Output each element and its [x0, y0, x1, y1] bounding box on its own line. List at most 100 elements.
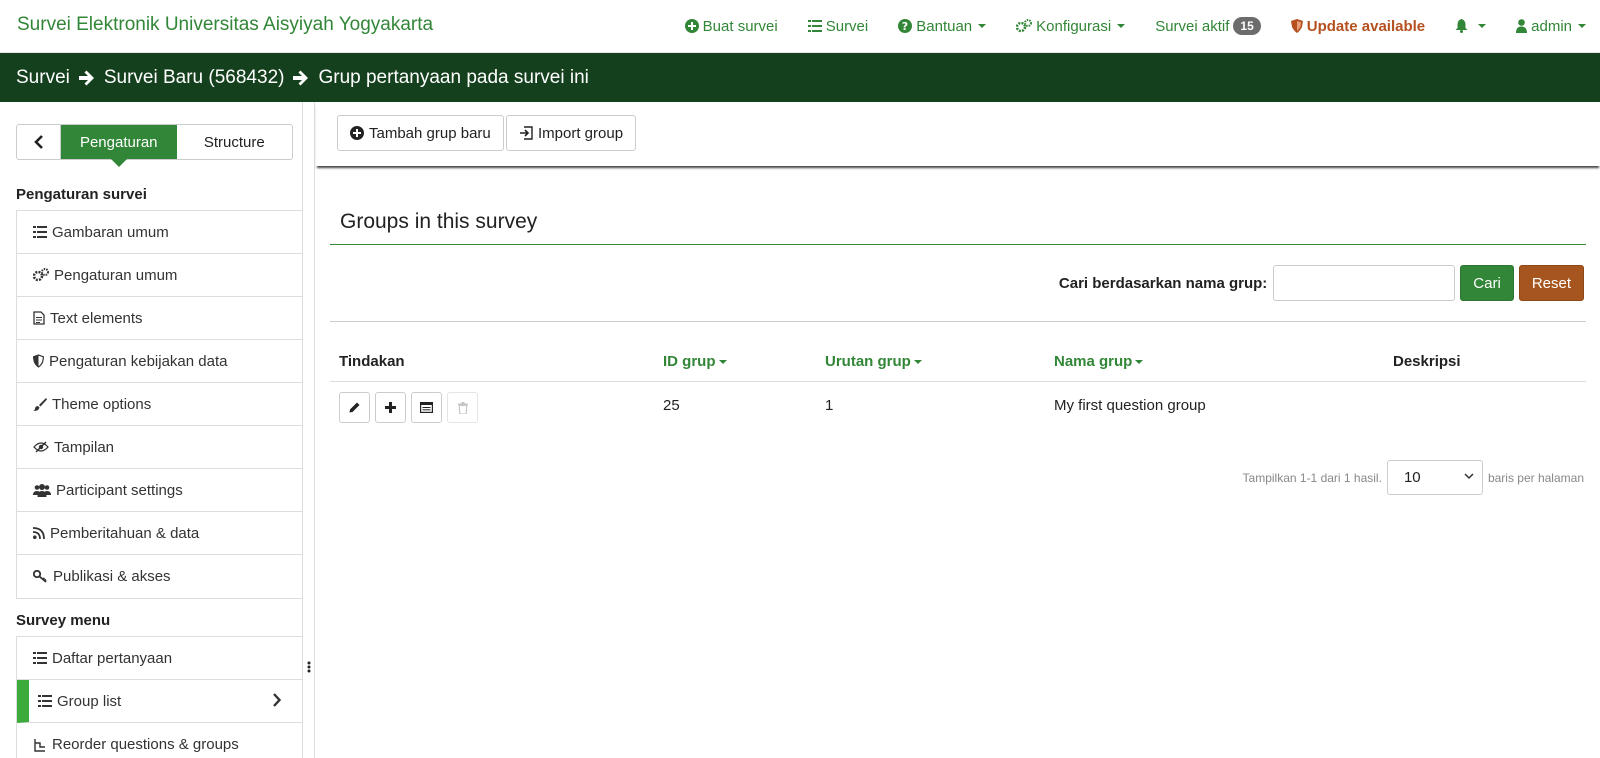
sidebar-item-theme-options[interactable]: Theme options [17, 383, 302, 426]
add-group-button[interactable]: Tambah grup baru [337, 115, 504, 151]
search-label: Cari berdasarkan nama grup: [1058, 274, 1268, 292]
sidebar-item-data-policy[interactable]: Pengaturan kebijakan data [17, 340, 302, 383]
sidebar-item-label: Tampilan [54, 438, 115, 456]
survey-menu-list: Daftar pertanyaan Group list Reorder que… [16, 636, 302, 758]
sidebar-item-label: Pengaturan umum [54, 266, 178, 284]
chevron-left-icon [33, 135, 44, 149]
top-navbar: Survei Elektronik Universitas Aisyiyah Y… [0, 0, 1600, 53]
table-row: 25 1 My first question group [330, 382, 1586, 430]
nav-update-available[interactable]: Update available [1290, 17, 1426, 35]
search-input[interactable] [1273, 265, 1456, 301]
pager-suffix: baris per halaman [1487, 470, 1584, 485]
row-actions [339, 392, 483, 423]
toolbar: Tambah grup baru Import group [316, 102, 1600, 166]
key-icon [33, 570, 48, 583]
header-group-id-label: ID grup [663, 353, 716, 370]
cogs-icon [33, 268, 49, 282]
delete-group-button[interactable] [447, 392, 478, 423]
nav-notifications[interactable] [1455, 19, 1487, 33]
cell-group-name: My first question group [1054, 397, 1206, 414]
sidebar-item-label: Daftar pertanyaan [52, 649, 173, 667]
page-size-select[interactable]: 10 [1386, 460, 1483, 495]
edit-group-button[interactable] [339, 392, 370, 423]
trash-icon [457, 401, 468, 414]
settings-list: Gambaran umum Pengaturan umum Text eleme… [16, 210, 302, 599]
sidebar-item-label: Gambaran umum [52, 223, 169, 241]
page-size-value: 10 [1403, 469, 1421, 486]
rss-icon [33, 527, 45, 539]
breadcrumb-survey[interactable]: Survei Baru (568432) [104, 67, 285, 89]
sidebar-item-label: Text elements [50, 309, 143, 327]
question-circle-icon: ? [898, 19, 913, 33]
sidebar-item-reorder[interactable]: Reorder questions & groups [17, 723, 302, 758]
page-title: Groups in this survey [340, 210, 538, 233]
import-icon [519, 126, 533, 140]
sidebar-item-text-elements[interactable]: Text elements [17, 297, 302, 340]
caret-down-icon [978, 24, 987, 28]
sidebar-item-presentation[interactable]: Tampilan [17, 426, 302, 469]
reorder-icon [33, 738, 47, 752]
header-group-name[interactable]: Nama grup [1054, 353, 1144, 370]
pager-summary: Tampilkan 1-1 dari 1 hasil. [1242, 470, 1382, 485]
caret-down-icon [1135, 359, 1144, 364]
plus-circle-icon [684, 19, 699, 33]
import-group-button[interactable]: Import group [506, 115, 637, 151]
vertical-dots-icon [307, 660, 311, 676]
nav-update-label: Update available [1306, 17, 1426, 35]
sidebar-item-label: Theme options [52, 395, 152, 413]
arrow-right-icon [292, 69, 310, 87]
sidebar-item-group-list[interactable]: Group list [17, 680, 302, 723]
sidebar-resize-handle[interactable] [302, 102, 315, 758]
sidebar-item-overview[interactable]: Gambaran umum [17, 211, 302, 254]
cogs-icon [1016, 19, 1033, 33]
group-search-form: Cari berdasarkan nama grup: Cari Reset [1059, 265, 1584, 301]
sidebar-collapse-button[interactable] [17, 125, 61, 159]
nav-user-label: admin [1531, 17, 1572, 35]
header-group-id[interactable]: ID grup [663, 353, 727, 370]
nav-active-surveys-label: Survei aktif [1155, 17, 1230, 35]
search-divider [330, 321, 1586, 322]
nav-surveys[interactable]: Survei [807, 17, 869, 35]
search-button[interactable]: Cari [1460, 265, 1514, 301]
shield-icon [33, 354, 44, 368]
nav-surveys-label: Survei [825, 17, 869, 35]
bell-icon [1455, 19, 1468, 33]
list-icon [38, 695, 52, 707]
brush-icon [33, 397, 47, 411]
groups-table: Tindakan ID grup Urutan grup Nama grup D… [330, 342, 1586, 430]
window-icon [420, 402, 433, 413]
sidebar-item-general-settings[interactable]: Pengaturan umum [17, 254, 302, 297]
tab-structure[interactable]: Structure [177, 125, 293, 159]
brand-title[interactable]: Survei Elektronik Universitas Aisyiyah Y… [17, 14, 433, 36]
nav-user[interactable]: admin [1516, 18, 1586, 35]
caret-down-icon [1478, 24, 1487, 28]
tab-settings[interactable]: Pengaturan [61, 125, 177, 167]
sidebar-item-publication-access[interactable]: Publikasi & akses [17, 555, 302, 598]
user-icon [1516, 19, 1528, 33]
breadcrumb-current: Grup pertanyaan pada survei ini [318, 66, 589, 88]
header-actions: Tindakan [339, 353, 405, 370]
nav-config[interactable]: Konfigurasi [1016, 18, 1126, 35]
sidebar-tabs: Pengaturan Structure [16, 124, 293, 167]
view-group-button[interactable] [411, 392, 442, 423]
sidebar-item-label: Participant settings [56, 481, 183, 499]
sidebar-item-label: Publikasi & akses [53, 568, 171, 585]
nav-active-surveys[interactable]: Survei aktif 15 [1155, 17, 1261, 35]
header-group-order[interactable]: Urutan grup [825, 353, 922, 370]
sidebar-item-participant-settings[interactable]: Participant settings [17, 469, 302, 512]
chevron-right-icon [272, 693, 281, 707]
sidebar: Pengaturan Structure Pengaturan survei G… [0, 102, 302, 758]
sidebar-item-question-list[interactable]: Daftar pertanyaan [17, 637, 302, 680]
main-content: Tambah grup baru Import group Groups in … [316, 102, 1600, 758]
active-surveys-badge: 15 [1233, 17, 1261, 35]
sidebar-item-notifications-data[interactable]: Pemberitahuan & data [17, 512, 302, 555]
caret-down-icon [913, 359, 922, 364]
nav-create-survey-label: Buat survei [702, 17, 778, 35]
breadcrumb-surveys[interactable]: Survei [16, 67, 70, 89]
nav-create-survey[interactable]: Buat survei [684, 17, 778, 35]
nav-help[interactable]: ? Bantuan [898, 18, 987, 35]
add-question-button[interactable] [375, 392, 406, 423]
reset-button[interactable]: Reset [1518, 265, 1584, 301]
eye-slash-icon [33, 441, 49, 453]
title-divider [330, 244, 1586, 245]
